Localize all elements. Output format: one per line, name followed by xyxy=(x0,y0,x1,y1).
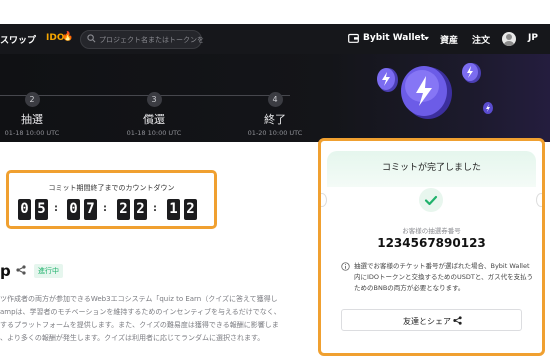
commit-complete-card: コミットが完了しました お客様の抽選券番号 1234567890123 抽選でお… xyxy=(318,138,545,356)
language-selector[interactable]: JP xyxy=(528,33,538,43)
nav-assets-link[interactable]: 資産 xyxy=(440,33,458,46)
token-small-right-icon xyxy=(462,63,481,83)
status-badge: 進行中 xyxy=(34,264,63,278)
description-line: ampは、学習者のモチベーションを維持するためのインセンティブを与えるだけでなく… xyxy=(0,308,281,316)
step-number: 2 xyxy=(24,92,40,107)
countdown-digit: 2 xyxy=(134,199,147,220)
step-label: 抽選 xyxy=(21,113,43,126)
wallet-menu[interactable]: Bybit Wallet xyxy=(363,33,425,43)
countdown-digit: 7 xyxy=(84,199,97,220)
caret-down-icon xyxy=(424,36,429,41)
share-with-friends-button[interactable]: 友達とシェア xyxy=(341,309,522,331)
wallet-icon xyxy=(348,33,359,43)
countdown-colon: : xyxy=(103,203,107,214)
token-large-icon xyxy=(401,66,452,119)
token-tiny-icon xyxy=(483,102,493,114)
token-small-left-icon xyxy=(377,68,398,92)
search-box[interactable]: プロジェクト名またはトークンを xyxy=(80,30,204,49)
search-input[interactable]: プロジェクト名またはトークンを xyxy=(99,35,204,45)
countdown-colon: : xyxy=(153,203,157,214)
info-icon xyxy=(341,262,350,271)
share-button-label: 友達とシェア xyxy=(403,317,451,326)
project-title: p xyxy=(0,262,11,280)
hero-banner: 2 抽選 01-18 10:00 UTC 3 償還 01-18 10:00 UT… xyxy=(0,54,550,142)
fire-icon: 🔥 xyxy=(62,32,74,42)
countdown-title: コミット期間終了までのカウントダウン xyxy=(48,184,175,192)
ticket-label: お客様の抽選券番号 xyxy=(402,227,461,235)
countdown-digit: 5 xyxy=(35,199,48,220)
ticket-notch-right xyxy=(536,193,542,207)
navbar: スワップ IDO 🔥 プロジェクト名またはトークンを Bybit Wallet … xyxy=(0,24,550,54)
step-end: 4 終了 01-20 10:00 UTC xyxy=(225,87,325,137)
countdown-digit: 1 xyxy=(167,199,180,220)
description-line: するプラットフォームを提供します。また、クイズの難易度は獲得できる報酬に影響しま xyxy=(0,321,279,329)
ticket-number: 1234567890123 xyxy=(377,236,486,250)
countdown-colon: : xyxy=(54,203,58,214)
step-redemption: 3 償還 01-18 10:00 UTC xyxy=(104,87,204,137)
countdown-digit: 0 xyxy=(67,199,80,220)
check-icon xyxy=(419,188,443,212)
ticket-notch-left xyxy=(321,193,327,207)
token-illustration xyxy=(377,63,493,119)
countdown-digit: 2 xyxy=(117,199,130,220)
nav-swap-link[interactable]: スワップ xyxy=(0,33,36,46)
avatar[interactable] xyxy=(502,32,516,46)
top-strip xyxy=(0,0,550,24)
step-lottery: 2 抽選 01-18 10:00 UTC xyxy=(0,87,82,137)
countdown-panel: コミット期間終了までのカウントダウン 0 5 : 0 7 : 2 2 : 1 2 xyxy=(6,170,217,229)
description-line: ツ作成者の両方が参加できるWeb3エコシステム「quiz to Earn（クイズ… xyxy=(0,295,278,303)
countdown-digit: 0 xyxy=(18,199,31,220)
step-date: 01-18 10:00 UTC xyxy=(126,129,182,137)
project-description: ツ作成者の両方が参加できるWeb3エコシステム「quiz to Earn（クイズ… xyxy=(0,293,318,345)
ticket-note: 抽選でお客様のチケット番号が選ばれた場合、Bybit Wallet内にIDOトー… xyxy=(354,262,534,292)
step-number: 4 xyxy=(267,92,283,107)
step-label: 償還 xyxy=(143,113,165,126)
step-date: 01-18 10:00 UTC xyxy=(4,129,60,137)
search-icon xyxy=(87,34,96,43)
step-number: 3 xyxy=(146,92,162,107)
step-date: 01-20 10:00 UTC xyxy=(247,129,303,137)
share-icon[interactable] xyxy=(16,265,26,275)
nav-orders-link[interactable]: 注文 xyxy=(472,33,490,46)
card-title: コミットが完了しました xyxy=(381,163,481,173)
description-line: 、より多くの報酬が発生します。クイズは利用者に応じてランダムに選択されます。 xyxy=(0,334,265,342)
countdown-digit: 2 xyxy=(184,199,197,220)
step-label: 終了 xyxy=(264,113,286,126)
share-icon xyxy=(453,316,462,325)
